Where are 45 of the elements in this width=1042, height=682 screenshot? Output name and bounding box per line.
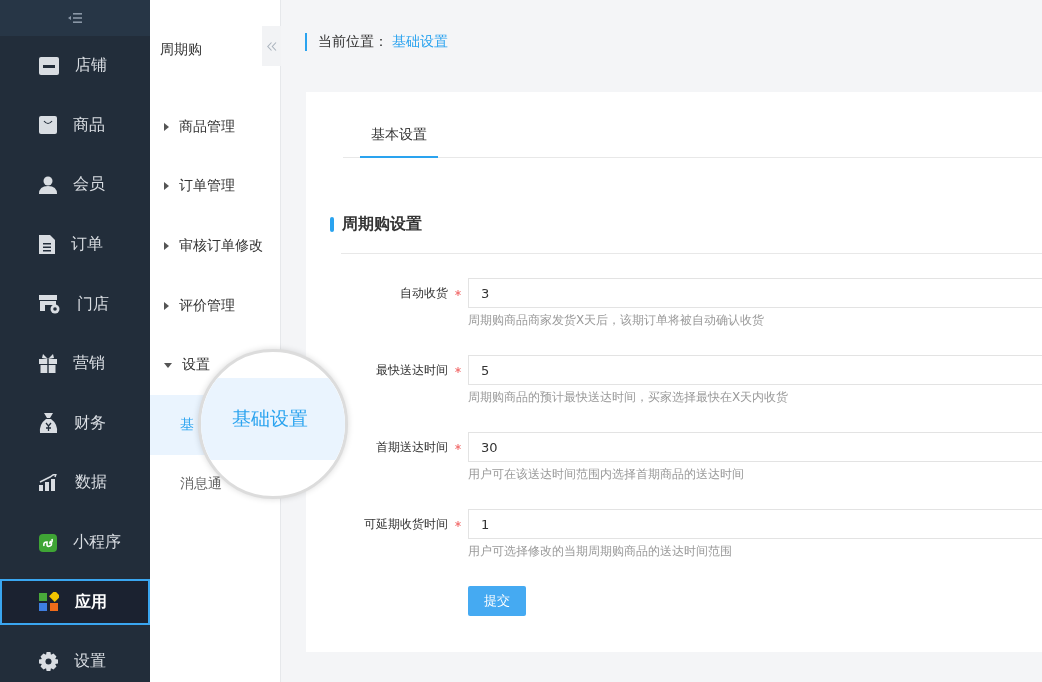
double-chevron-left-icon <box>266 41 277 51</box>
person-icon <box>39 176 57 194</box>
field-hint: 用户可选择修改的当期周期购商品的送达时间范围 <box>468 543 733 560</box>
nav-item[interactable]: 订单 <box>0 221 150 268</box>
input-field[interactable]: 30 <box>468 432 1042 462</box>
collapse-menu-icon[interactable] <box>68 13 82 23</box>
store-icon <box>39 56 59 75</box>
submenu-group[interactable]: 审核订单修改 <box>150 216 280 276</box>
chart-icon <box>39 474 59 492</box>
gear-icon <box>39 652 58 672</box>
nav-item[interactable]: 营销 <box>0 340 150 387</box>
field-hint: 周期购商品商家发货X天后，该期订单将被自动确认收货 <box>468 312 766 329</box>
nav-item[interactable]: 门店 <box>0 281 150 328</box>
nav-item[interactable]: 应用 <box>0 579 150 626</box>
tab[interactable]: 基本设置 <box>360 114 438 158</box>
document-icon <box>39 235 55 255</box>
mini-program-icon <box>39 533 57 552</box>
submenu-group[interactable]: 商品管理 <box>150 97 280 157</box>
breadcrumb-label: 当前位置： <box>318 33 388 51</box>
field-label: 首期送达时间 <box>375 438 448 456</box>
field-label: 最快送达时间 <box>375 361 448 379</box>
field-label: 自动收货 <box>399 284 448 302</box>
field-label: 可延期收货时间 <box>363 515 448 533</box>
section-title: 周期购设置 <box>342 214 422 235</box>
nav-item[interactable]: 会员 <box>0 162 150 208</box>
input-field[interactable]: 3 <box>468 278 1042 308</box>
input-field[interactable]: 5 <box>468 355 1042 385</box>
nav-item[interactable]: 数据 <box>0 459 150 506</box>
submenu-group[interactable]: 订单管理 <box>150 156 280 217</box>
submenu-title: 周期购 <box>160 41 202 57</box>
apps-icon <box>39 592 59 613</box>
nav-item[interactable]: 店铺 <box>0 42 150 89</box>
gift-icon <box>39 354 57 374</box>
field-hint: 周期购商品的预计最快送达时间，买家选择最快在X天内收货 <box>468 389 790 406</box>
section-marker <box>330 217 334 232</box>
money-bag-icon <box>39 413 58 434</box>
nav-item[interactable]: 小程序 <box>0 519 150 566</box>
submenu-group[interactable]: 评价管理 <box>150 275 280 336</box>
shop-icon <box>39 294 61 314</box>
nav-item[interactable]: 财务 <box>0 400 150 447</box>
bag-icon <box>39 116 57 135</box>
nav-item[interactable]: 商品 <box>0 102 150 149</box>
nav-item[interactable]: 设置 <box>0 638 150 682</box>
field-hint: 用户可在该送达时间范围内选择首期商品的送达时间 <box>468 466 745 483</box>
input-field[interactable]: 1 <box>468 509 1042 539</box>
